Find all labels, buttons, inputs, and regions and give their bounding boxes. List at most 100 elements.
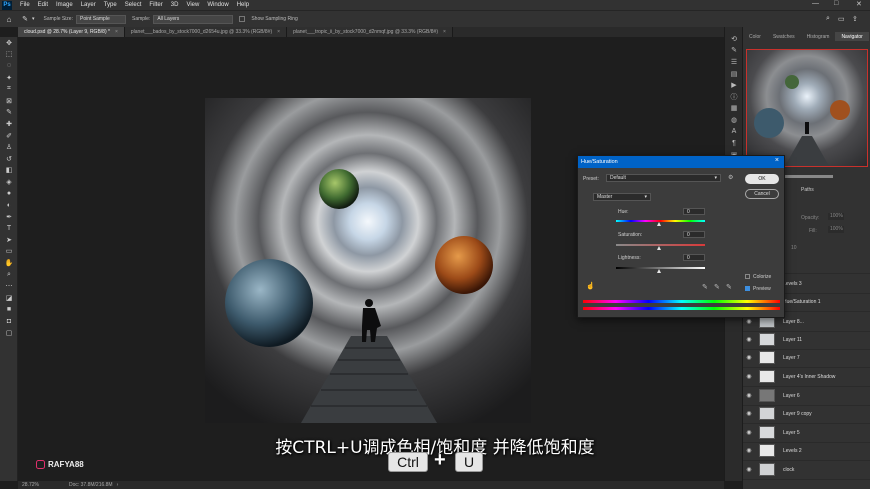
sample-size-select[interactable]: Point Sample <box>75 14 126 24</box>
paint-bucket-tool-icon[interactable]: ◈ <box>0 176 18 188</box>
subtract-from-sample-eyedropper-icon[interactable]: ✎ <box>726 283 732 291</box>
visibility-eye-icon[interactable]: ◉ <box>743 336 755 343</box>
layer-row[interactable]: ◉ Layer 4's Inner Shadow <box>743 368 870 387</box>
preset-select[interactable]: Default ▾ <box>606 174 721 182</box>
crop-tool-icon[interactable]: ⌗ <box>0 83 18 95</box>
eyedropper-tool-icon[interactable]: ✎ <box>18 15 32 23</box>
color-swatch-icon[interactable]: ■ <box>0 304 18 316</box>
tab-planet-bados[interactable]: planet___bados_by_stock7000_d2654u.jpg @… <box>124 27 288 37</box>
show-sampling-ring-checkbox[interactable] <box>239 16 246 22</box>
tab-color[interactable]: Color <box>743 32 767 41</box>
hand-tool-icon[interactable]: ✋ <box>0 257 18 269</box>
add-to-sample-eyedropper-icon[interactable]: ✎ <box>714 283 720 291</box>
minimize-button[interactable]: — <box>812 0 819 7</box>
sample-select[interactable]: All Layers <box>153 14 234 24</box>
menu-help[interactable]: Help <box>233 2 253 8</box>
type-tool-icon[interactable]: T <box>0 223 18 235</box>
layer-row[interactable]: ◉ Layer 9 copy <box>743 405 870 424</box>
tool-preset-chevron-icon[interactable]: ▾ <box>32 16 35 22</box>
close-icon[interactable]: × <box>277 29 280 35</box>
close-icon[interactable]: × <box>775 157 779 164</box>
saturation-value-field[interactable]: 0 <box>683 231 705 238</box>
menu-select[interactable]: Select <box>121 2 146 8</box>
move-tool-icon[interactable]: ✥ <box>0 37 18 49</box>
menu-edit[interactable]: Edit <box>34 2 52 8</box>
preview-checkbox[interactable] <box>745 286 750 291</box>
dodge-tool-icon[interactable]: ◐ <box>0 199 18 211</box>
lasso-tool-icon[interactable]: ◌ <box>0 60 18 72</box>
quick-select-tool-icon[interactable]: ✦ <box>0 72 18 84</box>
menu-view[interactable]: View <box>182 2 203 8</box>
history-brush-tool-icon[interactable]: ↺ <box>0 153 18 165</box>
visibility-eye-icon[interactable]: ◉ <box>743 392 755 399</box>
path-select-tool-icon[interactable]: ➤ <box>0 234 18 246</box>
brush-settings-icon[interactable]: ✎ <box>725 45 743 57</box>
dialog-title-bar[interactable]: Hue/Saturation × <box>578 156 784 168</box>
menu-filter[interactable]: Filter <box>145 2 166 8</box>
lightness-value-field[interactable]: 0 <box>683 254 705 261</box>
shape-tool-icon[interactable]: ▭ <box>0 246 18 258</box>
close-window-button[interactable]: ✕ <box>856 0 862 8</box>
tab-cloud-psd[interactable]: cloud.psd @ 28.7% (Layer 9, RGB/8) * × <box>18 27 125 37</box>
menu-layer[interactable]: Layer <box>77 2 100 8</box>
menu-3d[interactable]: 3D <box>167 2 183 8</box>
brush-tool-icon[interactable]: ✐ <box>0 130 18 142</box>
eyedropper-tool-icon[interactable]: ✎ <box>0 107 18 119</box>
menu-window[interactable]: Window <box>203 2 232 8</box>
home-icon[interactable]: ⌂ <box>0 15 18 24</box>
quick-mask-icon[interactable]: ◘ <box>0 315 18 327</box>
tab-planet-tropic[interactable]: planet___tropic_ii_by_stock7000_d2nmqf.j… <box>287 27 453 37</box>
zoom-level[interactable]: 28.72% <box>22 482 39 488</box>
screen-mode-icon[interactable]: ▢ <box>0 327 18 339</box>
menu-file[interactable]: File <box>16 2 34 8</box>
hue-value-field[interactable]: 0 <box>683 208 705 215</box>
menu-image[interactable]: Image <box>52 2 77 8</box>
hue-slider-thumb[interactable] <box>657 222 661 226</box>
layer-row[interactable]: ◉ Layer 7 <box>743 349 870 368</box>
actions-icon[interactable]: ▶ <box>725 79 743 91</box>
adjustments-icon[interactable]: ☰ <box>725 56 743 68</box>
channel-select[interactable]: Master ▾ <box>593 193 651 201</box>
tab-histogram[interactable]: Histogram <box>801 32 836 41</box>
tab-swatches[interactable]: Swatches <box>767 32 801 41</box>
share-icon[interactable]: ⇪ <box>852 15 858 23</box>
close-icon[interactable]: × <box>115 29 118 35</box>
visibility-eye-icon[interactable]: ◉ <box>743 410 755 417</box>
healing-brush-tool-icon[interactable]: ✚ <box>0 118 18 130</box>
document-canvas[interactable] <box>205 98 531 423</box>
more-tools-icon[interactable]: ⋯ <box>0 280 18 292</box>
saturation-slider-thumb[interactable] <box>657 246 661 250</box>
eraser-tool-icon[interactable]: ◧ <box>0 165 18 177</box>
colorize-checkbox[interactable] <box>745 274 750 279</box>
marquee-tool-icon[interactable]: ⬚ <box>0 49 18 61</box>
visibility-eye-icon[interactable]: ◉ <box>743 354 755 361</box>
history-panel-icon[interactable]: ⟲ <box>725 33 743 45</box>
libraries-icon[interactable]: ▦ <box>725 103 743 115</box>
properties-icon[interactable]: ▤ <box>725 68 743 80</box>
tab-navigator[interactable]: Navigator <box>835 32 869 41</box>
ok-button[interactable]: OK <box>745 174 779 184</box>
on-image-adjust-hand-icon[interactable]: ☝ <box>586 282 595 290</box>
layer-row[interactable]: ◉ clock <box>743 461 870 480</box>
styles-icon[interactable]: ◍ <box>725 114 743 126</box>
zoom-tool-icon[interactable]: ⌕ <box>0 269 18 281</box>
preset-options-gear-icon[interactable]: ⚙ <box>728 174 733 181</box>
paragraph-icon[interactable]: ¶ <box>725 137 743 149</box>
visibility-eye-icon[interactable]: ◉ <box>743 373 755 380</box>
info-icon[interactable]: ⓘ <box>725 91 743 103</box>
frame-tool-icon[interactable]: ⊠ <box>0 95 18 107</box>
maximize-button[interactable]: □ <box>834 0 838 7</box>
navigator-zoom-slider[interactable] <box>783 175 833 178</box>
blur-tool-icon[interactable]: ● <box>0 188 18 200</box>
layer-row[interactable]: ◉ Layer 11 <box>743 331 870 350</box>
pen-tool-icon[interactable]: ✒ <box>0 211 18 223</box>
close-icon[interactable]: × <box>443 29 446 35</box>
navigator-preview[interactable] <box>746 49 868 167</box>
character-icon[interactable]: A <box>725 126 743 138</box>
cancel-button[interactable]: Cancel <box>745 189 779 199</box>
default-colors-icon[interactable]: ◪ <box>0 292 18 304</box>
lightness-slider-thumb[interactable] <box>657 269 661 273</box>
menu-type[interactable]: Type <box>100 2 121 8</box>
workspace-icon[interactable]: ▭ <box>838 15 845 23</box>
visibility-eye-icon[interactable]: ◉ <box>743 466 755 473</box>
